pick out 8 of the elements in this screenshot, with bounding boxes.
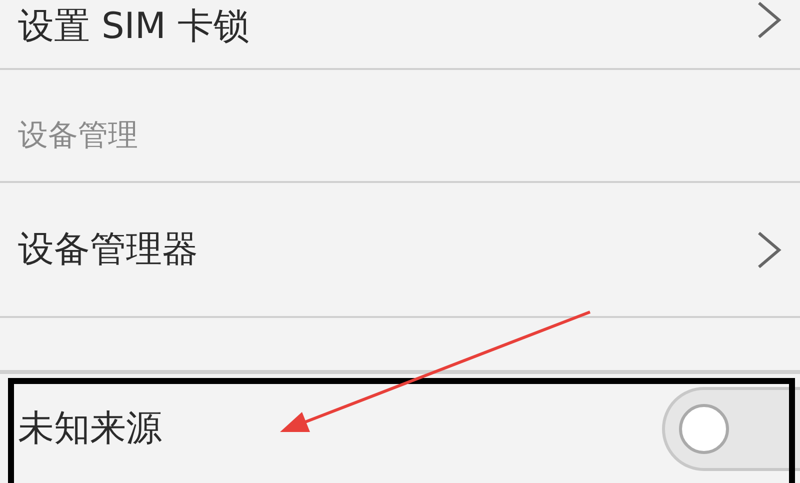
chevron-right-icon	[756, 230, 782, 270]
settings-row[interactable]: 设置 SIM 卡锁	[0, 0, 800, 70]
row-label: 设备管理器	[18, 228, 198, 272]
section-header: 设备管理	[18, 117, 138, 155]
settings-row[interactable]: 设备管理器	[0, 183, 800, 318]
row-label: 未知来源	[18, 406, 162, 450]
chevron-right-icon	[756, 0, 782, 40]
row-label: 设置 SIM 卡锁	[18, 5, 250, 49]
